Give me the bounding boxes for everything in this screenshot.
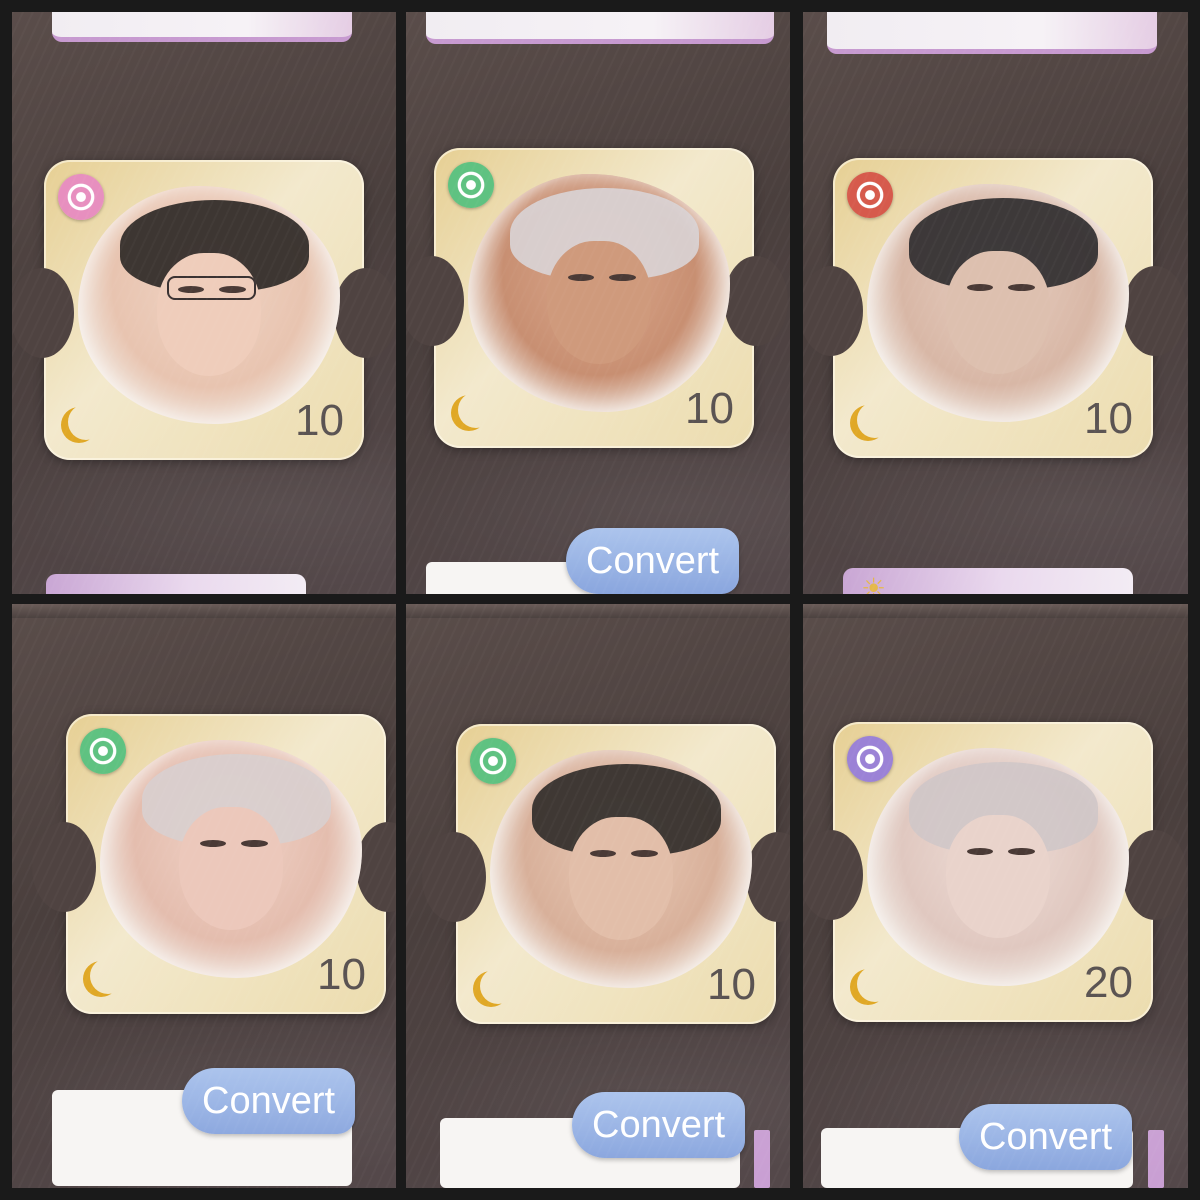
token-count: 10 (295, 396, 344, 445)
convert-button[interactable]: Convert (182, 1068, 356, 1134)
character-portrait (867, 748, 1129, 986)
token-panel-3: 10 ☀ (803, 12, 1188, 594)
convert-button[interactable]: Convert (572, 1092, 746, 1158)
glasses-icon (167, 276, 257, 301)
level-tag (1148, 1130, 1164, 1188)
token-panel-1: ☀ 30 10 (12, 12, 396, 594)
level-tag (754, 1130, 770, 1188)
moon-icon (458, 392, 494, 428)
element-orb-icon (448, 162, 494, 208)
character-token-card[interactable]: 10 (12, 160, 396, 460)
token-panel-2: 10 10 Convert (406, 12, 790, 594)
character-token-card[interactable]: 20 (803, 722, 1187, 1022)
element-orb-icon (470, 738, 516, 784)
character-portrait (867, 184, 1129, 422)
previous-card-fragment: 10 (426, 12, 774, 44)
element-orb-icon (80, 728, 126, 774)
token-count: 10 (685, 384, 734, 433)
character-portrait (490, 750, 752, 988)
character-token-card[interactable]: 10 (32, 714, 396, 1014)
token-count: 10 (317, 950, 366, 999)
previous-card-fragment: ☀ 30 (52, 12, 352, 42)
element-orb-icon (847, 172, 893, 218)
previous-card-fragment (827, 12, 1157, 54)
token-count: 10 (707, 960, 756, 1009)
next-card-fragment (46, 574, 306, 594)
character-portrait (100, 740, 362, 978)
moon-icon (68, 404, 104, 440)
character-token-card[interactable]: 10 (406, 148, 788, 448)
token-count: 20 (1084, 958, 1133, 1007)
element-orb-icon (847, 736, 893, 782)
moon-icon (480, 968, 516, 1004)
moon-icon (857, 402, 893, 438)
token-panel-5: 10 Convert (406, 604, 790, 1188)
token-panel-6: 20 Convert (803, 604, 1188, 1188)
moon-icon (90, 958, 126, 994)
token-count: 10 (1084, 394, 1133, 443)
character-portrait (468, 174, 730, 412)
convert-button[interactable]: Convert (959, 1104, 1133, 1170)
character-token-card[interactable]: 10 (803, 158, 1187, 458)
sun-icon: ☀ (861, 573, 887, 594)
character-portrait (78, 186, 340, 424)
moon-icon (857, 966, 893, 1002)
convert-button[interactable]: Convert (566, 528, 740, 594)
character-token-card[interactable]: 10 (422, 724, 790, 1024)
token-panel-4: 10 Convert (12, 604, 396, 1188)
element-orb-icon (58, 174, 104, 220)
next-card-fragment: ☀ (843, 568, 1133, 594)
